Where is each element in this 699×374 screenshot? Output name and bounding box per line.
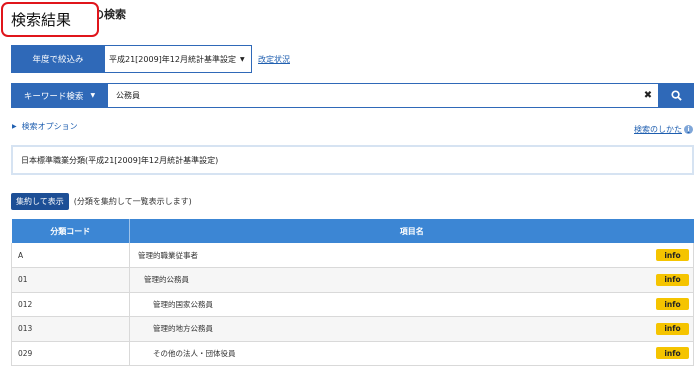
info-icon: i (684, 125, 693, 134)
search-option-label: 検索オプション (21, 122, 78, 131)
row-code: 029 (11, 341, 130, 366)
table-row: 012 管理的国家公務員 info (11, 292, 694, 317)
keyword-search-label: キーワード検索 (23, 91, 84, 102)
info-button[interactable]: info (656, 347, 689, 360)
aggregate-button[interactable]: 集約して表示 (11, 193, 69, 210)
row-name-cell: 管理的国家公務員 info (129, 292, 694, 317)
keyword-search-row: キーワード検索 ▼ 公務員 ✖ (11, 83, 694, 108)
row-name-cell: 管理的公務員 info (129, 267, 694, 293)
row-name: 管理的職業従事者 (138, 250, 198, 260)
column-header-name: 項目名 (129, 219, 694, 243)
table-row: A 管理的職業従事者 info (11, 243, 694, 268)
row-code: 01 (11, 267, 130, 293)
howto-link[interactable]: 検索のしかた i (634, 124, 693, 135)
row-name-cell: 管理的地方公務員 info (129, 316, 694, 342)
row-name: 管理的地方公務員 (153, 324, 213, 334)
row-name: その他の法人・団体役員 (153, 348, 236, 358)
caret-down-icon: ▼ (239, 55, 245, 63)
row-code: 012 (11, 292, 130, 317)
keyword-search-dropdown[interactable]: キーワード検索 ▼ (11, 83, 108, 108)
table-row: 029 その他の法人・団体役員 info (11, 341, 694, 366)
table-row: 01 管理的公務員 info (11, 267, 694, 293)
row-name-cell: その他の法人・団体役員 info (129, 341, 694, 366)
revision-status-link[interactable]: 改定状況 (258, 54, 290, 65)
table-header-row: 分類コード 項目名 (11, 219, 694, 243)
classification-box: 日本標準職業分類(平成21[2009]年12月統計基準設定) (11, 145, 694, 175)
aggregate-note: (分類を集約して一覧表示します) (73, 197, 192, 206)
howto-label: 検索のしかた (634, 125, 682, 134)
caret-down-icon: ▼ (90, 92, 96, 99)
info-button[interactable]: info (656, 298, 689, 311)
result-table: 分類コード 項目名 A 管理的職業従事者 info 01 管理的公務員 info… (11, 219, 694, 366)
table-row: 013 管理的地方公務員 info (11, 316, 694, 342)
row-name: 管理的公務員 (144, 275, 189, 285)
keyword-input[interactable]: 公務員 (108, 83, 638, 108)
row-name-cell: 管理的職業従事者 info (129, 243, 694, 268)
result-title-overlay: 検索結果 (1, 2, 99, 37)
year-filter-label: 年度で絞込み (11, 45, 105, 73)
classification-text: 日本標準職業分類(平成21[2009]年12月統計基準設定) (21, 155, 219, 165)
year-filter-select[interactable]: 平成21[2009]年12月統計基準設定 ▼ (105, 45, 252, 73)
search-option-toggle[interactable]: ▶ 検索オプション (12, 121, 78, 132)
info-button[interactable]: info (656, 322, 689, 335)
info-button[interactable]: info (656, 249, 689, 261)
column-header-code: 分類コード (11, 219, 130, 243)
clear-icon[interactable]: ✖ (638, 83, 658, 108)
search-button[interactable] (658, 83, 694, 108)
row-name: 管理的国家公務員 (153, 299, 213, 309)
search-icon (670, 90, 682, 101)
triangle-right-icon: ▶ (12, 123, 17, 130)
aggregate-row: 集約して表示 (分類を集約して一覧表示します) (11, 193, 192, 210)
year-filter-value: 平成21[2009]年12月統計基準設定 (109, 54, 236, 64)
row-code: A (11, 243, 130, 268)
info-button[interactable]: info (656, 273, 689, 286)
row-code: 013 (11, 316, 130, 342)
year-filter-row: 年度で絞込み 平成21[2009]年12月統計基準設定 ▼ 改定状況 (11, 45, 290, 73)
